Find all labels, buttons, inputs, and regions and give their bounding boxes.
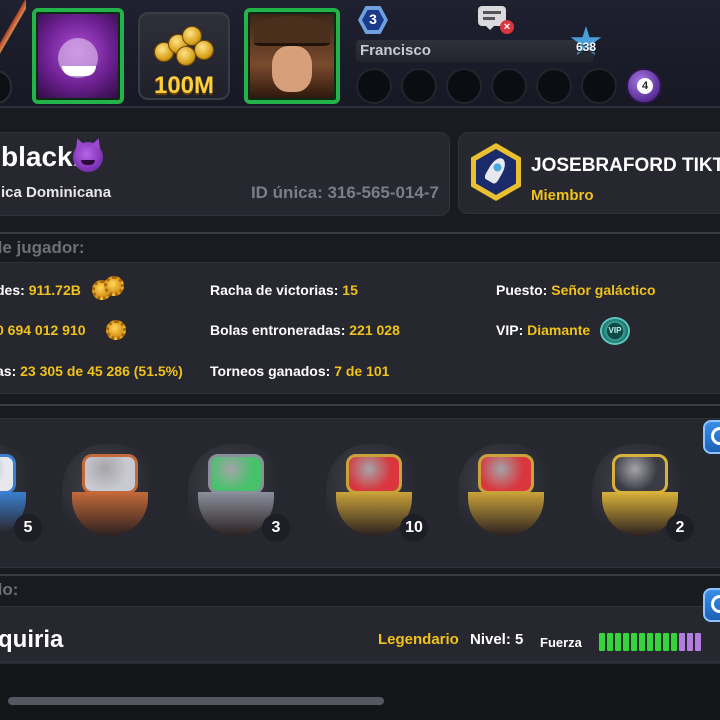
ring-count: 10 [400, 514, 428, 542]
coins-amount: 100M [153, 72, 215, 99]
avatar-hat [254, 16, 330, 46]
divider [0, 232, 720, 234]
profile-screen: 100M 3 × Francisco 638 4 black. ica Domi… [0, 0, 720, 720]
force-segment [623, 633, 629, 651]
player-name: black. [1, 141, 81, 172]
avatar-face [272, 46, 312, 92]
club-role: Miembro [531, 187, 594, 204]
league-rank: Legendario [378, 631, 459, 648]
force-segment [607, 633, 613, 651]
opponent-avatar[interactable] [244, 8, 340, 104]
force-segment [663, 633, 669, 651]
edge-ball-slot [0, 70, 12, 104]
rings-more-button[interactable] [703, 420, 720, 454]
ring-stone [478, 454, 534, 494]
horizontal-scrollbar[interactable] [8, 697, 384, 705]
club-rocket-icon [471, 143, 521, 201]
stat-winnings: des: 911.72B [0, 282, 81, 298]
club-name: JOSEBRAFORD TIKT [531, 155, 720, 176]
level-number: 3 [369, 11, 377, 27]
ball-slot [581, 68, 617, 104]
top-bar: 100M 3 × Francisco 638 4 [0, 0, 720, 108]
club-card[interactable]: JOSEBRAFORD TIKT Miembro [458, 132, 720, 214]
ball-4-icon: 4 [626, 68, 662, 104]
diamonds-ring-icon[interactable]: 10 [326, 444, 428, 548]
league-section-title: do: [0, 580, 19, 599]
rank-number: 638 [575, 40, 597, 54]
divider [0, 404, 720, 406]
player-id[interactable]: ID única: 316-565-014-7 [251, 183, 439, 203]
force-segment [615, 633, 621, 651]
avatar-grin [62, 66, 96, 76]
stat-games: as: 23 305 de 45 286 (51.5%) [0, 363, 183, 379]
force-segment [679, 633, 685, 651]
ball-slot [446, 68, 482, 104]
close-icon: × [500, 20, 514, 34]
ring-stone [612, 454, 668, 494]
ring-band [468, 492, 544, 536]
ball-slot [356, 68, 392, 104]
force-segment [695, 633, 701, 651]
divider [0, 574, 720, 576]
hearts-ring-icon[interactable] [458, 444, 554, 548]
league-level: Nivel: 5 [470, 631, 524, 648]
rank-star-icon: 638 [568, 26, 604, 60]
stats-section-title: de jugador: [0, 238, 85, 257]
stat-tournaments: Torneos ganados: 7 de 101 [210, 363, 390, 379]
friend-name-bar: Francisco [356, 40, 594, 62]
force-segment [655, 633, 661, 651]
chat-muted-icon[interactable]: × [478, 6, 514, 36]
spirit-ring-icon[interactable]: 3 [188, 444, 290, 548]
ball-number: 4 [637, 78, 653, 94]
player-country: ica Dominicana [1, 184, 112, 201]
friend-name: Francisco [360, 42, 431, 59]
ring-stone [82, 454, 138, 494]
ball-slot [536, 68, 572, 104]
coins-stack-icon [154, 24, 216, 66]
ring-count: 5 [14, 514, 42, 542]
player-avatar[interactable] [32, 8, 124, 104]
cue-icon [0, 0, 26, 60]
stat-rank: Puesto: Señor galáctico [496, 282, 656, 298]
coin-gear-icon [106, 320, 126, 340]
spades-ring-icon[interactable]: 2 [592, 444, 694, 548]
force-segment [671, 633, 677, 651]
bottom-bar [0, 662, 720, 720]
ring-band [72, 492, 148, 536]
force-segment [631, 633, 637, 651]
force-segment [639, 633, 645, 651]
ring-count: 3 [262, 514, 290, 542]
ring-stone [346, 454, 402, 494]
league-name: quiria [0, 626, 64, 653]
league-force-label: Fuerza [540, 635, 582, 650]
microphone-ring-icon[interactable] [62, 444, 158, 548]
coins-box[interactable]: 100M [138, 12, 230, 100]
vip-diamond-icon: VIP [600, 317, 630, 345]
stat-balls-potted: Bolas entroneradas: 221 028 [210, 322, 400, 338]
ball-slot [491, 68, 527, 104]
coins-gear-icon [104, 276, 124, 296]
stat-vip: VIP: Diamante [496, 322, 591, 338]
stat-win-streak: Racha de victorias: 15 [210, 282, 358, 298]
force-segment [687, 633, 693, 651]
level-badge: 3 [358, 6, 388, 34]
ring-stone [0, 454, 16, 494]
force-segment [647, 633, 653, 651]
stat-coins: 0 694 012 910 [0, 322, 86, 338]
league-more-button[interactable] [703, 588, 720, 622]
ring-stone [208, 454, 264, 494]
ring-count: 2 [666, 514, 694, 542]
profile-card: black. ica Dominicana ID única: 316-565-… [0, 132, 450, 216]
force-segment [599, 633, 605, 651]
devil-emoji-icon [73, 142, 103, 172]
ball-slot [401, 68, 437, 104]
